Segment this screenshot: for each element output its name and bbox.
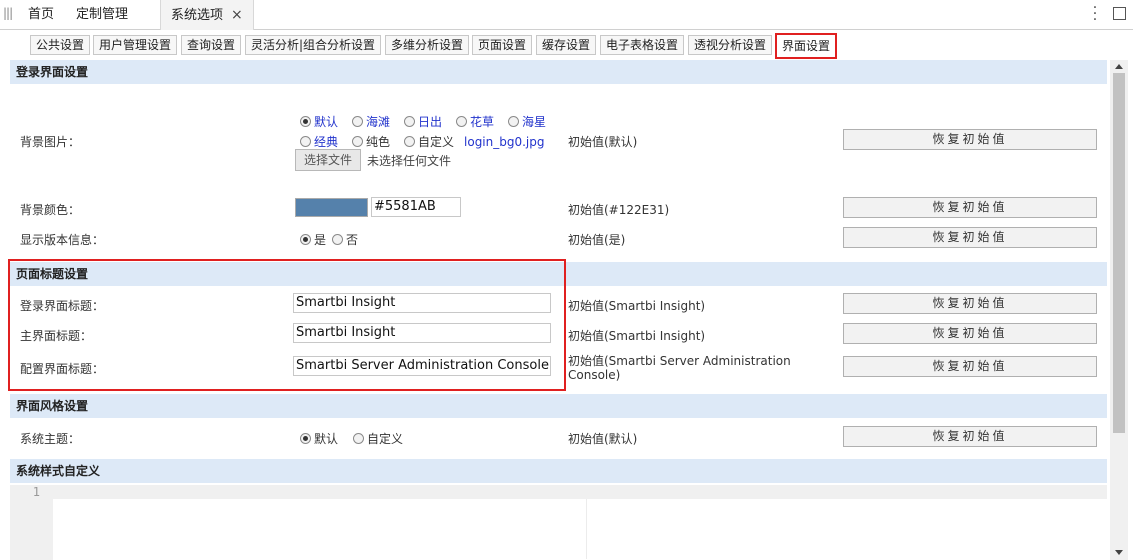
- settings-subtabs: 公共设置 用户管理设置 查询设置 灵活分析|组合分析设置 多维分析设置 页面设置…: [0, 30, 1133, 59]
- config-title-initial-1: 初始值(Smartbi Server Administration: [568, 354, 791, 368]
- bg-option-beach-label: 海滩: [366, 115, 391, 129]
- file-status: 未选择任何文件: [367, 154, 452, 168]
- bg-option-sunrise[interactable]: 日出: [404, 113, 442, 130]
- close-icon[interactable]: ×: [231, 7, 243, 23]
- tab-system-options-label: 系统选项: [171, 8, 224, 23]
- show-version-initial: 初始值(是): [568, 233, 626, 247]
- reset-main-title-button[interactable]: 恢复初始值: [843, 323, 1097, 344]
- version-no-option[interactable]: 否: [332, 231, 358, 248]
- scroll-up-icon[interactable]: [1115, 64, 1123, 69]
- subtab-query[interactable]: 查询设置: [181, 35, 242, 55]
- tab-home[interactable]: 首页: [28, 0, 54, 30]
- reset-config-title-button[interactable]: 恢复初始值: [843, 356, 1097, 377]
- login-title-initial: 初始值(Smartbi Insight): [568, 299, 706, 313]
- version-yes-label: 是: [314, 233, 327, 247]
- bg-option-solid-label: 纯色: [366, 135, 391, 149]
- radio-sunrise[interactable]: [404, 116, 415, 127]
- subtab-user-management[interactable]: 用户管理设置: [93, 35, 178, 55]
- editor-gutter: 1: [10, 485, 53, 560]
- maximize-icon[interactable]: [1113, 7, 1126, 20]
- theme-default-label: 默认: [314, 432, 339, 446]
- highlight-title-section: [8, 259, 566, 391]
- show-version-label: 显示版本信息：: [20, 233, 105, 247]
- radio-version-yes[interactable]: [300, 234, 311, 245]
- section-custom-header: 系统样式自定义: [10, 459, 1107, 483]
- bg-option-custom-label: 自定义: [418, 135, 455, 149]
- bg-image-label: 背景图片：: [20, 135, 81, 149]
- bg-option-beach[interactable]: 海滩: [352, 113, 390, 130]
- bg-option-starfish[interactable]: 海星: [508, 113, 546, 130]
- bg-image-initial: 初始值(默认): [568, 135, 638, 149]
- theme-initial: 初始值(默认): [568, 432, 638, 446]
- bg-option-default[interactable]: 默认: [300, 113, 338, 130]
- reset-show-version-button[interactable]: 恢复初始值: [843, 227, 1097, 248]
- top-tab-bar: ||| 首页 定制管理 系统选项 × · · ·: [0, 0, 1133, 30]
- editor-current-line: [53, 485, 1107, 499]
- version-yes-option[interactable]: 是: [300, 231, 326, 248]
- theme-default-option[interactable]: 默认: [300, 430, 338, 447]
- reset-login-title-button[interactable]: 恢复初始值: [843, 293, 1097, 314]
- bg-color-label: 背景颜色：: [20, 203, 81, 217]
- theme-label: 系统主题：: [20, 432, 81, 446]
- bg-option-sunrise-label: 日出: [418, 115, 443, 129]
- scroll-thumb[interactable]: [1113, 73, 1125, 433]
- bg-option-classic-label: 经典: [314, 135, 339, 149]
- section-login-header: 登录界面设置: [10, 60, 1107, 84]
- bg-option-flowers[interactable]: 花草: [456, 113, 494, 130]
- main-title-initial: 初始值(Smartbi Insight): [568, 329, 706, 343]
- radio-starfish[interactable]: [508, 116, 519, 127]
- theme-custom-option[interactable]: 自定义: [353, 430, 403, 447]
- theme-custom-label: 自定义: [367, 432, 404, 446]
- color-swatch[interactable]: [295, 198, 368, 217]
- bg-option-default-label: 默认: [314, 115, 339, 129]
- radio-default[interactable]: [300, 116, 311, 127]
- editor-print-margin: [586, 499, 587, 559]
- bg-option-solid[interactable]: 纯色: [352, 133, 390, 150]
- subtab-flexible-analysis[interactable]: 灵活分析|组合分析设置: [245, 35, 382, 55]
- radio-version-no[interactable]: [332, 234, 343, 245]
- bg-color-initial: 初始值(#122E31): [568, 203, 670, 217]
- choose-file-button[interactable]: 选择文件: [295, 149, 361, 171]
- bg-option-classic[interactable]: 经典: [300, 133, 338, 150]
- subtab-pivot[interactable]: 透视分析设置: [688, 35, 773, 55]
- radio-classic[interactable]: [300, 136, 311, 147]
- drag-handle-icon[interactable]: |||: [3, 6, 13, 20]
- tab-custom-management[interactable]: 定制管理: [76, 0, 128, 30]
- css-editor[interactable]: 1: [10, 483, 1107, 560]
- config-title-initial-2: Console): [568, 368, 621, 382]
- subtab-public[interactable]: 公共设置: [30, 35, 91, 55]
- bg-option-starfish-label: 海星: [522, 115, 547, 129]
- bg-option-flowers-label: 花草: [470, 115, 495, 129]
- tab-system-options[interactable]: 系统选项 ×: [160, 0, 254, 30]
- radio-custom[interactable]: [404, 136, 415, 147]
- radio-theme-custom[interactable]: [353, 433, 364, 444]
- reset-theme-button[interactable]: 恢复初始值: [843, 426, 1097, 447]
- subtab-interface[interactable]: 界面设置: [775, 33, 838, 59]
- section-style-header: 界面风格设置: [10, 394, 1107, 418]
- reset-bg-color-button[interactable]: 恢复初始值: [843, 197, 1097, 218]
- bg-color-input[interactable]: #5581AB: [371, 197, 461, 217]
- radio-beach[interactable]: [352, 116, 363, 127]
- radio-theme-default[interactable]: [300, 433, 311, 444]
- version-no-label: 否: [346, 233, 359, 247]
- bg-option-custom[interactable]: 自定义 login_bg0.jpg: [404, 133, 545, 150]
- reset-bg-image-button[interactable]: 恢复初始值: [843, 129, 1097, 150]
- subtab-cache[interactable]: 缓存设置: [536, 35, 597, 55]
- more-vertical-icon[interactable]: · · ·: [1091, 1, 1099, 27]
- line-number: 1: [32, 485, 40, 499]
- radio-flowers[interactable]: [456, 116, 467, 127]
- subtab-olap[interactable]: 多维分析设置: [385, 35, 470, 55]
- scroll-down-icon[interactable]: [1115, 550, 1123, 555]
- subtab-spreadsheet[interactable]: 电子表格设置: [600, 35, 685, 55]
- radio-solid[interactable]: [352, 136, 363, 147]
- subtab-page[interactable]: 页面设置: [472, 35, 533, 55]
- vertical-scrollbar[interactable]: [1110, 60, 1128, 560]
- custom-file-link[interactable]: login_bg0.jpg: [464, 135, 544, 149]
